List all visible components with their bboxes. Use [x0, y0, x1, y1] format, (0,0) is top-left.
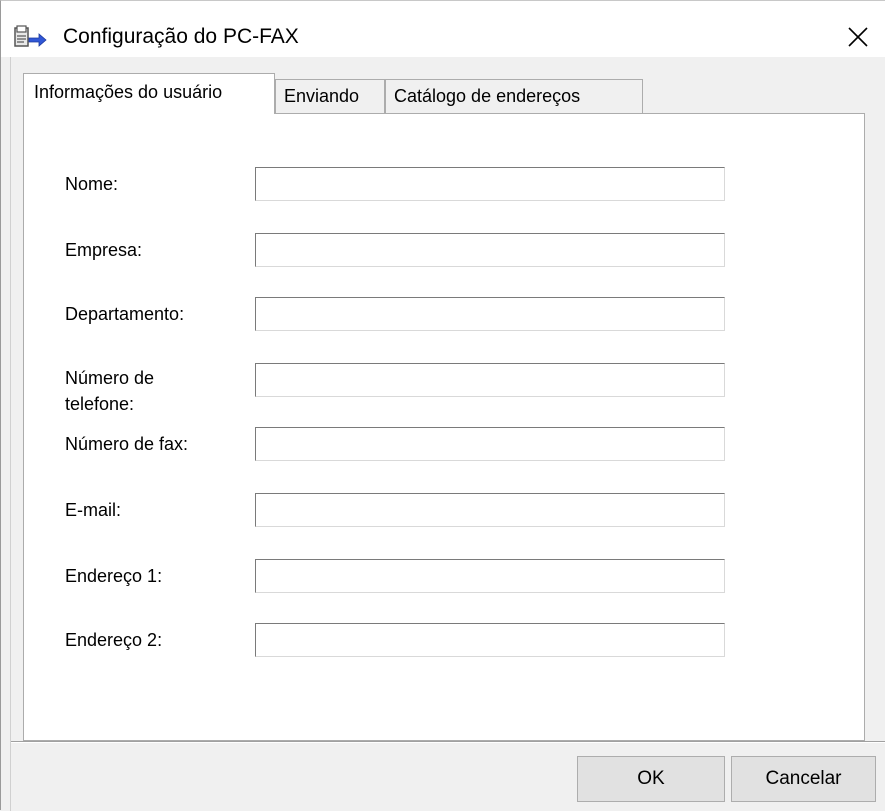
close-button[interactable] [830, 15, 885, 59]
company-field[interactable] [255, 233, 725, 267]
phone-label-line2: telefone: [65, 394, 135, 414]
pc-fax-settings-dialog: Configuração do PC-FAX Informações do us… [0, 0, 885, 811]
cancel-button[interactable]: Cancelar [731, 756, 876, 802]
name-field[interactable] [255, 167, 725, 201]
window-edge [1, 57, 11, 811]
name-label: Nome: [65, 174, 119, 194]
fax-label: Número de fax: [65, 434, 189, 454]
email-field[interactable] [255, 493, 725, 527]
fax-number-field[interactable] [255, 427, 725, 461]
window-title: Configuração do PC-FAX [63, 25, 299, 48]
department-label: Departamento: [65, 304, 185, 324]
email-label: E-mail: [65, 500, 122, 520]
tab-user-info[interactable]: Informações do usuário [23, 73, 275, 114]
address2-field[interactable] [255, 623, 725, 657]
address1-label: Endereço 1: [65, 566, 163, 586]
tab-address-book[interactable]: Catálogo de endereços [385, 79, 643, 113]
ok-button[interactable]: OK [577, 756, 725, 802]
footer-separator [11, 741, 885, 743]
pc-fax-icon [14, 25, 47, 47]
address1-field[interactable] [255, 559, 725, 593]
tab-sending[interactable]: Enviando [275, 79, 385, 113]
address2-label: Endereço 2: [65, 630, 163, 650]
phone-label-line1: Número de [65, 368, 155, 388]
department-field[interactable] [255, 297, 725, 331]
phone-number-field[interactable] [255, 363, 725, 397]
company-label: Empresa: [65, 240, 143, 260]
close-icon [848, 27, 868, 47]
title-bar[interactable]: Configuração do PC-FAX [1, 1, 885, 57]
